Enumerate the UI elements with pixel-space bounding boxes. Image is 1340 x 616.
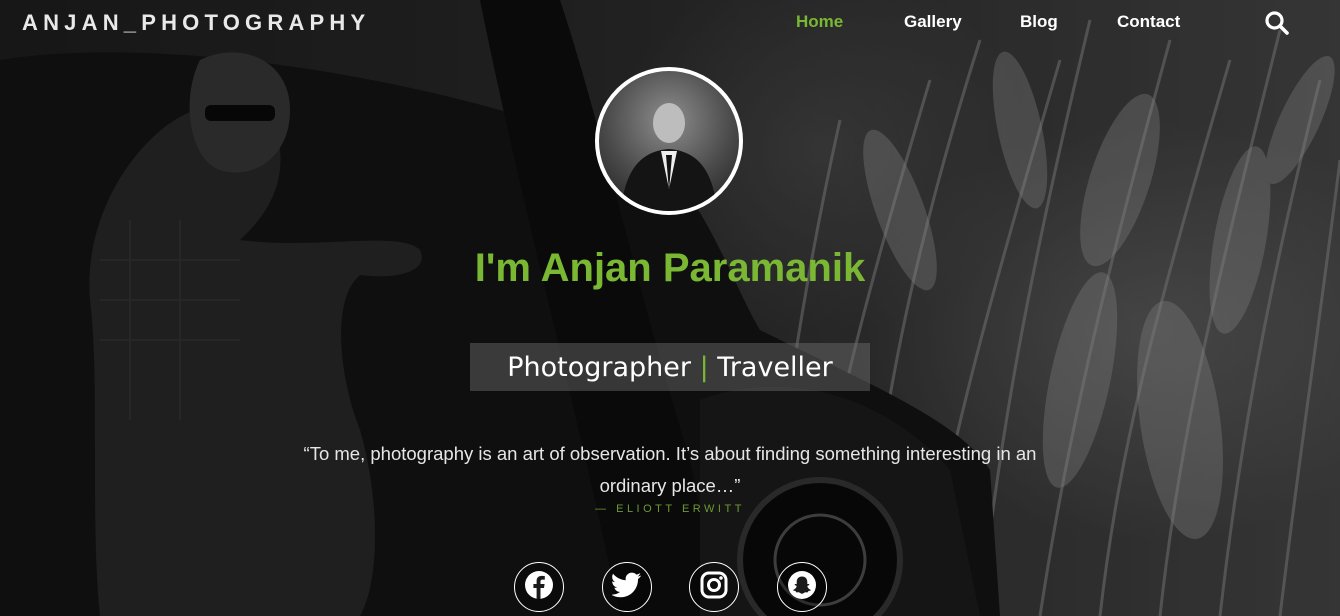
facebook-button[interactable] (514, 562, 564, 612)
snapchat-button[interactable] (777, 562, 827, 612)
snapchat-icon (787, 570, 817, 605)
nav-home[interactable]: Home (796, 12, 843, 32)
quote-author: — ELIOTT ERWITT (595, 503, 745, 515)
instagram-icon (700, 571, 728, 604)
nav-gallery[interactable]: Gallery (904, 12, 962, 32)
instagram-button[interactable] (689, 562, 739, 612)
nav-blog[interactable]: Blog (1020, 12, 1058, 32)
twitter-button[interactable] (602, 562, 652, 612)
profile-avatar (595, 67, 743, 215)
search-icon[interactable] (1264, 10, 1290, 36)
facebook-icon (524, 570, 554, 605)
subtitle-role-1: Photographer (507, 351, 691, 383)
hero-subtitle: Photographer | Traveller (470, 343, 870, 391)
subtitle-separator: | (699, 351, 709, 383)
hero-headline: I'm Anjan Paramanik (474, 246, 866, 290)
twitter-icon (611, 572, 642, 603)
nav-contact[interactable]: Contact (1117, 12, 1180, 32)
subtitle-role-2: Traveller (717, 351, 833, 383)
hero-quote: “To me, photography is an art of observa… (303, 443, 1037, 496)
site-logo[interactable]: ANJAN_PHOTOGRAPHY (22, 10, 370, 36)
